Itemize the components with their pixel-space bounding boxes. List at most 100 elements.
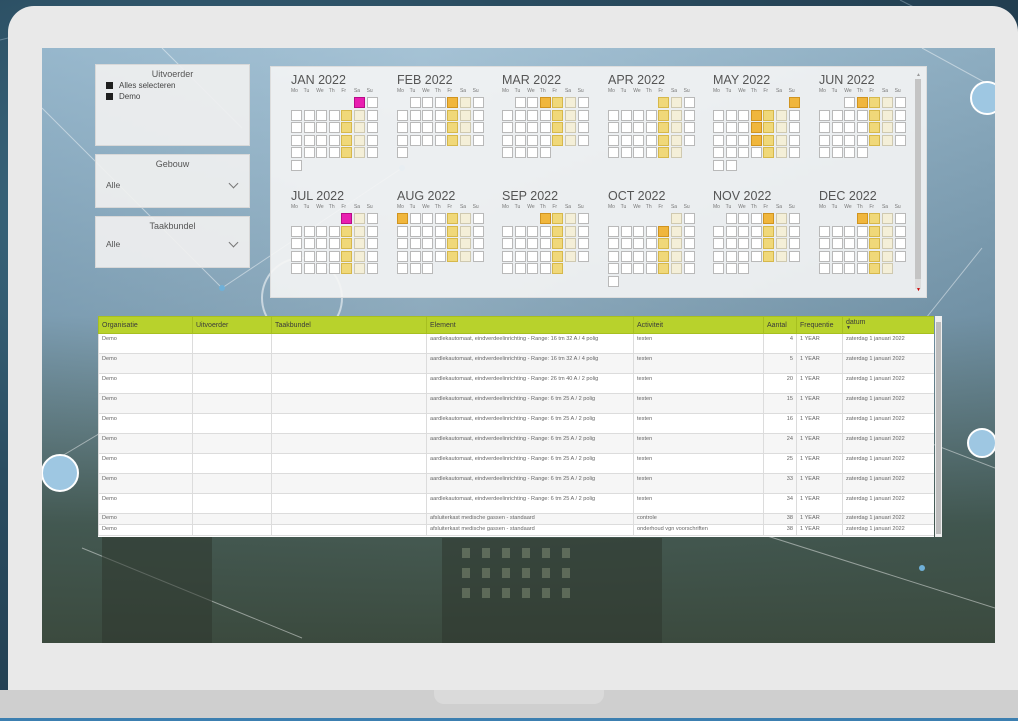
calendar-day-cell[interactable] bbox=[894, 134, 906, 146]
calendar-day-cell[interactable] bbox=[776, 250, 787, 262]
calendar-day-cell[interactable] bbox=[341, 134, 353, 146]
calendar-day-cell[interactable] bbox=[577, 109, 589, 121]
calendar-day-cell[interactable] bbox=[671, 225, 682, 237]
calendar-day-cell[interactable] bbox=[565, 250, 576, 262]
calendar-day-cell[interactable] bbox=[409, 109, 421, 121]
calendar-day-cell[interactable] bbox=[460, 134, 471, 146]
calendar-day-cell[interactable] bbox=[565, 238, 576, 250]
calendar-day-cell[interactable] bbox=[527, 109, 539, 121]
calendar-day-cell[interactable] bbox=[514, 134, 526, 146]
calendar-day-cell[interactable] bbox=[713, 109, 724, 121]
checkbox-checked-icon[interactable] bbox=[106, 82, 113, 89]
calendar-day-cell[interactable] bbox=[341, 225, 353, 237]
calendar-day-cell[interactable] bbox=[291, 238, 302, 250]
calendar-day-cell[interactable] bbox=[869, 109, 881, 121]
calendar-day-cell[interactable] bbox=[577, 134, 589, 146]
calendar-day-cell[interactable] bbox=[844, 122, 856, 134]
calendar-day-cell[interactable] bbox=[409, 263, 421, 275]
calendar-day-cell[interactable] bbox=[341, 263, 353, 275]
calendar-day-cell[interactable] bbox=[788, 147, 800, 159]
calendar-day-cell[interactable] bbox=[366, 263, 378, 275]
calendar-day-cell[interactable] bbox=[472, 250, 484, 262]
calendar-day-cell[interactable] bbox=[527, 147, 539, 159]
calendar-day-cell[interactable] bbox=[869, 238, 881, 250]
calendar-scrollbar-thumb[interactable] bbox=[915, 79, 921, 279]
calendar-day-cell[interactable] bbox=[645, 225, 657, 237]
calendar-day-cell[interactable] bbox=[831, 250, 843, 262]
calendar-day-cell[interactable] bbox=[565, 225, 576, 237]
calendar-day-cell[interactable] bbox=[725, 147, 737, 159]
calendar-day-cell[interactable] bbox=[738, 225, 750, 237]
calendar-day-cell[interactable] bbox=[527, 225, 539, 237]
calendar-day-cell[interactable] bbox=[316, 134, 328, 146]
calendar-day-cell[interactable] bbox=[645, 109, 657, 121]
calendar-day-cell[interactable] bbox=[539, 263, 551, 275]
calendar-day-cell[interactable] bbox=[882, 250, 893, 262]
calendar-day-cell[interactable] bbox=[422, 97, 434, 108]
calendar-day-cell[interactable] bbox=[725, 263, 737, 275]
calendar-day-cell[interactable] bbox=[844, 109, 856, 121]
calendar-day-cell[interactable] bbox=[750, 225, 762, 237]
calendar-day-cell[interactable] bbox=[303, 122, 315, 134]
calendar-day-cell[interactable] bbox=[658, 238, 670, 250]
calendar-day-cell[interactable] bbox=[788, 109, 800, 121]
calendar-day-cell[interactable] bbox=[633, 122, 645, 134]
calendar-day-cell[interactable] bbox=[328, 147, 340, 159]
calendar-day-cell[interactable] bbox=[844, 225, 856, 237]
calendar-day-cell[interactable] bbox=[316, 122, 328, 134]
calendar-day-cell[interactable] bbox=[366, 134, 378, 146]
calendar-day-cell[interactable] bbox=[447, 122, 459, 134]
calendar-day-cell[interactable] bbox=[422, 263, 434, 275]
calendar-day-cell[interactable] bbox=[502, 134, 513, 146]
calendar-day-cell[interactable] bbox=[354, 122, 365, 134]
calendar-day-cell[interactable] bbox=[750, 134, 762, 146]
calendar-day-cell[interactable] bbox=[291, 109, 302, 121]
calendar-day-cell[interactable] bbox=[788, 134, 800, 146]
calendar-day-cell[interactable] bbox=[539, 225, 551, 237]
table-row[interactable]: Demo aardlekautomaat, eindverdeelinrichti… bbox=[98, 393, 934, 414]
table-row[interactable]: Demo aardlekautomaat, eindverdeelinrichti… bbox=[98, 333, 934, 354]
calendar-day-cell[interactable] bbox=[788, 122, 800, 134]
calendar-day-cell[interactable] bbox=[303, 109, 315, 121]
calendar-day-cell[interactable] bbox=[366, 97, 378, 108]
calendar-day-cell[interactable] bbox=[291, 250, 302, 262]
calendar-day-cell[interactable] bbox=[303, 238, 315, 250]
calendar-day-cell[interactable] bbox=[633, 238, 645, 250]
calendar-day-cell[interactable] bbox=[713, 250, 724, 262]
calendar-day-cell[interactable] bbox=[460, 238, 471, 250]
calendar-day-cell[interactable] bbox=[620, 134, 632, 146]
calendar-day-cell[interactable] bbox=[565, 122, 576, 134]
calendar-day-cell[interactable] bbox=[608, 225, 619, 237]
calendar-day-cell[interactable] bbox=[303, 147, 315, 159]
calendar-day-cell[interactable] bbox=[869, 134, 881, 146]
calendar-day-cell[interactable] bbox=[328, 250, 340, 262]
calendar-day-cell[interactable] bbox=[882, 122, 893, 134]
calendar-day-cell[interactable] bbox=[738, 109, 750, 121]
calendar-day-cell[interactable] bbox=[502, 263, 513, 275]
calendar-day-cell[interactable] bbox=[645, 134, 657, 146]
calendar-day-cell[interactable] bbox=[844, 147, 856, 159]
calendar-day-cell[interactable] bbox=[303, 250, 315, 262]
calendar-day-cell[interactable] bbox=[409, 238, 421, 250]
calendar-day-cell[interactable] bbox=[844, 263, 856, 275]
calendar-day-cell[interactable] bbox=[328, 134, 340, 146]
calendar-day-cell[interactable] bbox=[460, 109, 471, 121]
calendar-day-cell[interactable] bbox=[608, 250, 619, 262]
calendar-day-cell[interactable] bbox=[397, 134, 408, 146]
calendar-day-cell[interactable] bbox=[422, 134, 434, 146]
calendar-day-cell[interactable] bbox=[831, 122, 843, 134]
calendar-day-cell[interactable] bbox=[658, 250, 670, 262]
calendar-day-cell[interactable] bbox=[527, 134, 539, 146]
calendar-day-cell[interactable] bbox=[763, 213, 775, 224]
calendar-day-cell[interactable] bbox=[738, 122, 750, 134]
calendar-day-cell[interactable] bbox=[397, 122, 408, 134]
scroll-down-icon[interactable]: ▼ bbox=[916, 287, 921, 293]
table-row[interactable]: Demo afsluiterkast medische gassen - stan… bbox=[98, 513, 934, 525]
calendar-day-cell[interactable] bbox=[328, 238, 340, 250]
calendar-day-cell[interactable] bbox=[434, 225, 446, 237]
calendar-day-cell[interactable] bbox=[882, 263, 893, 275]
calendar-day-cell[interactable] bbox=[869, 263, 881, 275]
calendar-day-cell[interactable] bbox=[354, 250, 365, 262]
calendar-day-cell[interactable] bbox=[397, 147, 408, 159]
calendar-day-cell[interactable] bbox=[819, 147, 830, 159]
